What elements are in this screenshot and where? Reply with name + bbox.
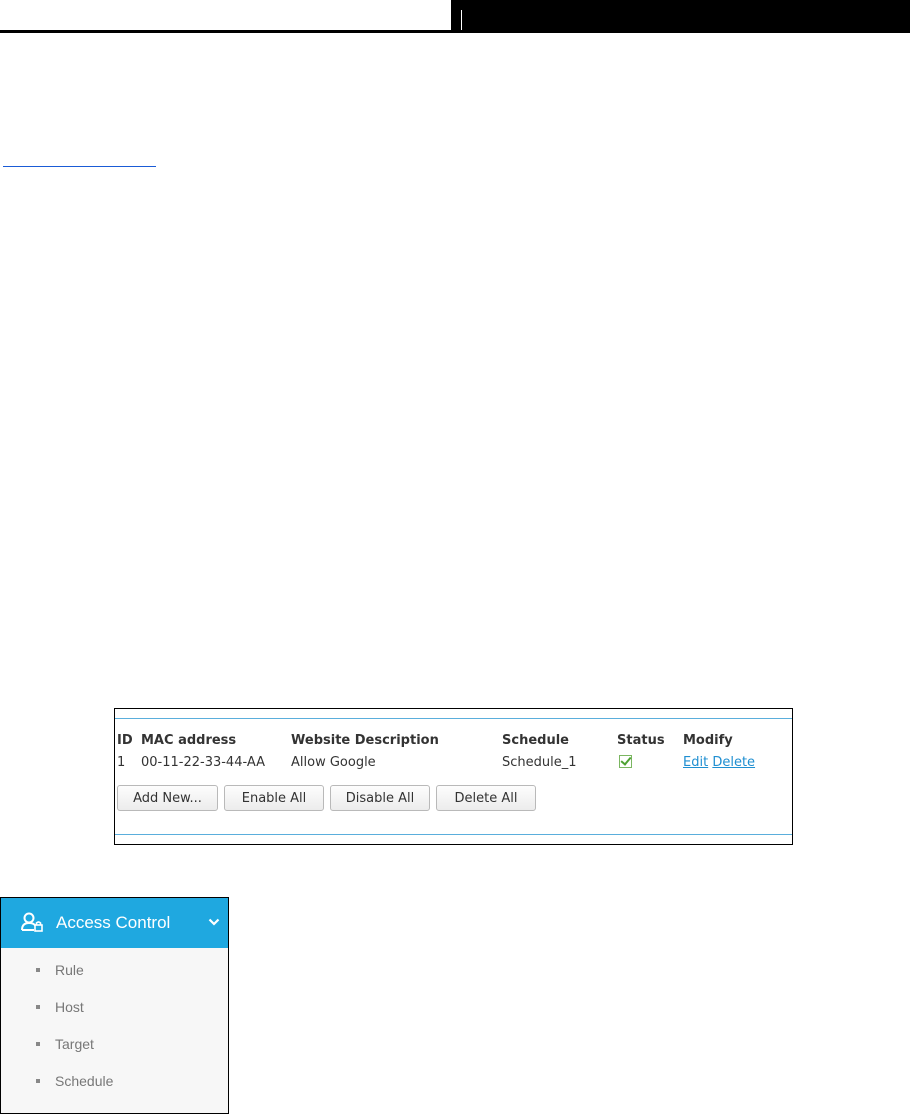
panel-top-line [115,718,792,719]
row-id: 1 [117,754,126,770]
header-status: Status [617,732,665,748]
menu-item-label: Host [55,999,84,1015]
edit-link[interactable]: Edit [683,755,708,770]
status-enabled-checkbox[interactable] [619,754,632,768]
add-new-button[interactable]: Add New... [117,785,218,811]
menu-item-label: Rule [55,962,84,978]
access-control-menu: Access Control Rule Host Target Schedule [0,897,229,1114]
disable-all-button[interactable]: Disable All [330,785,430,811]
page-header-bar [451,0,910,32]
bullet-icon [36,1005,40,1009]
header-mac-address: MAC address [141,732,237,748]
access-control-menu-header[interactable]: Access Control [1,898,228,948]
bullet-icon [36,968,40,972]
access-control-rule-panel: ID MAC address Website Description Sched… [114,708,793,845]
row-status [617,749,683,775]
menu-item-target[interactable]: Target [1,1030,228,1060]
table-header-row: ID MAC address Website Description Sched… [117,731,773,749]
header-schedule: Schedule [502,732,569,748]
row-modify: Edit Delete [683,749,773,775]
header-id: ID [117,732,133,748]
enable-all-button[interactable]: Enable All [224,785,324,811]
panel-bottom-line [115,834,792,835]
delete-link[interactable]: Delete [712,755,755,770]
delete-all-button[interactable]: Delete All [436,785,536,811]
chevron-down-icon[interactable] [208,918,220,926]
header-divider [0,30,910,33]
row-schedule: Schedule_1 [502,754,577,770]
header-website-description: Website Description [291,732,439,748]
menu-item-schedule[interactable]: Schedule [1,1067,228,1097]
menu-item-label: Schedule [55,1073,114,1089]
table-row: 1 00-11-22-33-44-AA Allow Google Schedul… [117,749,773,775]
bullet-icon [36,1079,40,1083]
menu-item-host[interactable]: Host [1,993,228,1023]
link-underline [3,166,156,167]
rule-table: ID MAC address Website Description Sched… [117,731,773,775]
row-mac-address: 00-11-22-33-44-AA [141,754,266,770]
row-website-description: Allow Google [291,754,376,770]
rule-actions: Add New... Enable All Disable All Delete… [117,785,536,811]
bullet-icon [36,1042,40,1046]
header-modify: Modify [683,732,733,748]
menu-item-label: Target [55,1036,94,1052]
menu-item-rule[interactable]: Rule [1,956,228,986]
access-control-icon [21,912,43,932]
menu-title: Access Control [56,913,171,932]
